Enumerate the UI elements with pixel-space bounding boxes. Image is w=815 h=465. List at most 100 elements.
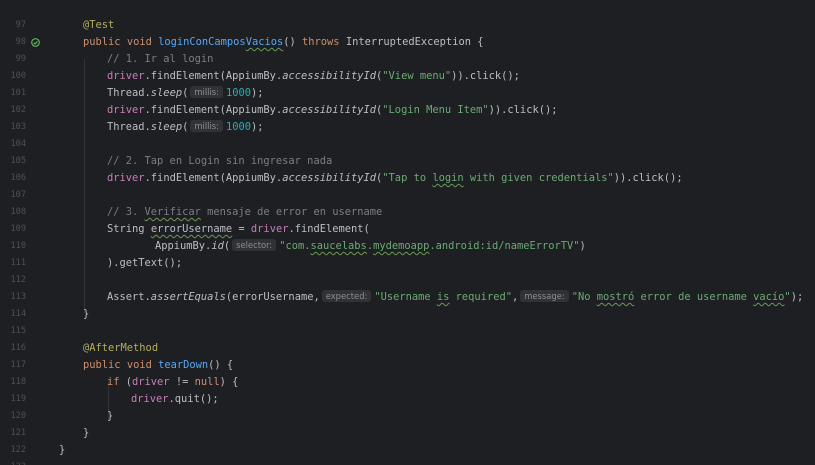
closing-brace: }	[107, 410, 114, 422]
code-text: ) {	[219, 376, 239, 388]
code-text: Thread.	[107, 87, 151, 99]
field-driver: driver	[107, 104, 145, 116]
code-line[interactable]: 117 @AfterMethod	[0, 340, 815, 370]
code-line[interactable]: 105	[0, 136, 815, 166]
code-line[interactable]: 99 public void loginConCamposVacios() th…	[0, 34, 815, 64]
local-variable: errorUsername	[150, 223, 233, 235]
code-text: !=	[169, 376, 195, 388]
comment: // 1. Ir al login	[107, 53, 214, 65]
comment: // 3.	[107, 206, 145, 218]
string-literal: with given credentials"	[463, 172, 614, 184]
code-line[interactable]: 106 // 2. Tap en Login sin ingresar nada	[0, 153, 815, 183]
code-line[interactable]: 103 driver.findElement(AppiumBy.accessib…	[0, 102, 815, 132]
method-name: tearDown	[158, 359, 209, 371]
code-line[interactable]: 119 if (driver != null) {	[0, 374, 815, 404]
closing-brace: }	[83, 308, 90, 320]
code-line[interactable]: 122 }	[0, 425, 815, 455]
string-literal: "Login Menu Item"	[382, 104, 489, 116]
string-literal: "Tap to	[382, 172, 433, 184]
code-text: (	[223, 240, 231, 252]
keyword: public	[83, 36, 121, 48]
string-literal: .android:id/nameErrorTV"	[429, 240, 580, 252]
static-method: id	[211, 240, 224, 252]
keyword: throws	[302, 36, 340, 48]
closing-brace: }	[59, 444, 66, 456]
code-text: ).getText();	[107, 257, 183, 269]
code-text: =	[232, 223, 251, 235]
code-line[interactable]: 111 AppiumBy.id(selector: "com.saucelabs.…	[0, 238, 815, 268]
keyword: void	[126, 36, 152, 48]
code-text: (	[182, 87, 189, 99]
code-text: .findElement(AppiumBy.	[144, 104, 283, 116]
method-name-typo: Vacios	[245, 36, 284, 48]
code-text: .quit();	[168, 393, 219, 405]
code-text: )).click();	[451, 70, 520, 82]
parameter-hint: message:	[520, 290, 569, 302]
code-text: (errorUsername,	[225, 291, 320, 303]
test-annotation: @Test	[83, 19, 115, 31]
code-line[interactable]: 102 Thread.sleep(millis: 1000);	[0, 85, 815, 115]
keyword: if	[107, 376, 120, 388]
code-text: Assert.	[107, 291, 151, 303]
string-literal: error de username	[634, 291, 754, 303]
code-text: .findElement(AppiumBy.	[144, 70, 283, 82]
code-editor[interactable]: 97 98 @Test 99 public void loginConCampo…	[0, 0, 815, 465]
field-driver: driver	[107, 172, 145, 184]
closing-brace: }	[83, 427, 90, 439]
code-text: (	[119, 376, 133, 388]
number-literal: 1000	[226, 87, 252, 99]
comment-typo: Verificar	[144, 206, 201, 218]
string-literal-typo: vacío	[753, 291, 785, 303]
code-line[interactable]: 118 public void tearDown() {	[0, 357, 815, 387]
code-line[interactable]: 116	[0, 323, 815, 353]
comment: mensaje de error en username	[200, 206, 383, 218]
code-line[interactable]: 110 String errorUsername = driver.findEl…	[0, 221, 815, 251]
code-line[interactable]: 113	[0, 272, 815, 302]
number-literal: 1000	[226, 121, 252, 133]
static-method: accessibilityId	[282, 104, 377, 116]
code-text: .findElement(	[288, 223, 370, 235]
static-method: sleep	[150, 87, 183, 99]
code-text: )	[579, 240, 586, 252]
code-line[interactable]: 104 Thread.sleep(millis: 1000);	[0, 119, 815, 149]
code-text: );	[251, 121, 264, 133]
code-line[interactable]: 120 driver.quit();	[0, 391, 815, 421]
code-line[interactable]: 100 // 1. Ir al login	[0, 51, 815, 81]
code-line[interactable]: 109 // 3. Verificar mensaje de error en …	[0, 204, 815, 234]
field-driver: driver	[250, 223, 289, 235]
field-driver: driver	[131, 393, 169, 405]
aftermethod-annotation: @AfterMethod	[83, 342, 159, 354]
code-text: (	[182, 121, 189, 133]
code-line[interactable]: 98 @Test	[0, 17, 815, 47]
code-text: Thread.	[107, 121, 151, 133]
run-test-icon[interactable]	[31, 38, 40, 47]
code-line[interactable]: 114 Assert.assertEquals(errorUsername, ex…	[0, 289, 815, 319]
parameter-hint: selector:	[232, 239, 277, 251]
code-text: );	[790, 291, 804, 303]
comment: // 2. Tap en Login sin ingresar nada	[107, 155, 333, 167]
method-name: loginConCampos	[158, 36, 246, 48]
code-line[interactable]: 108	[0, 187, 815, 217]
string-literal-typo: is	[436, 291, 450, 303]
string-literal: required"	[449, 291, 512, 303]
type-name: String	[107, 223, 145, 235]
code-line[interactable]: 107 driver.findElement(AppiumBy.accessib…	[0, 170, 815, 200]
field-driver: driver	[107, 70, 145, 82]
code-line[interactable]: 115 }	[0, 306, 815, 336]
code-text: )).click();	[488, 104, 558, 116]
parameter-hint: expected:	[321, 290, 372, 302]
code-text: )).click();	[613, 172, 683, 184]
line-number: 123	[0, 459, 26, 465]
static-method: accessibilityId	[282, 172, 377, 184]
static-method: assertEquals	[150, 291, 226, 303]
keyword: public	[83, 359, 121, 371]
string-literal-typo: login	[432, 172, 464, 184]
code-line[interactable]: 121 }	[0, 408, 815, 438]
code-line[interactable]: 123 }	[0, 442, 815, 465]
code-text: .findElement(AppiumBy.	[144, 172, 283, 184]
code-line[interactable]: 97	[0, 0, 815, 30]
string-literal-typo: mostró	[596, 291, 635, 303]
code-line[interactable]: 101 driver.findElement(AppiumBy.accessib…	[0, 68, 815, 98]
code-line[interactable]: 112 ).getText();	[0, 255, 815, 285]
string-literal: "View menu"	[382, 70, 452, 82]
